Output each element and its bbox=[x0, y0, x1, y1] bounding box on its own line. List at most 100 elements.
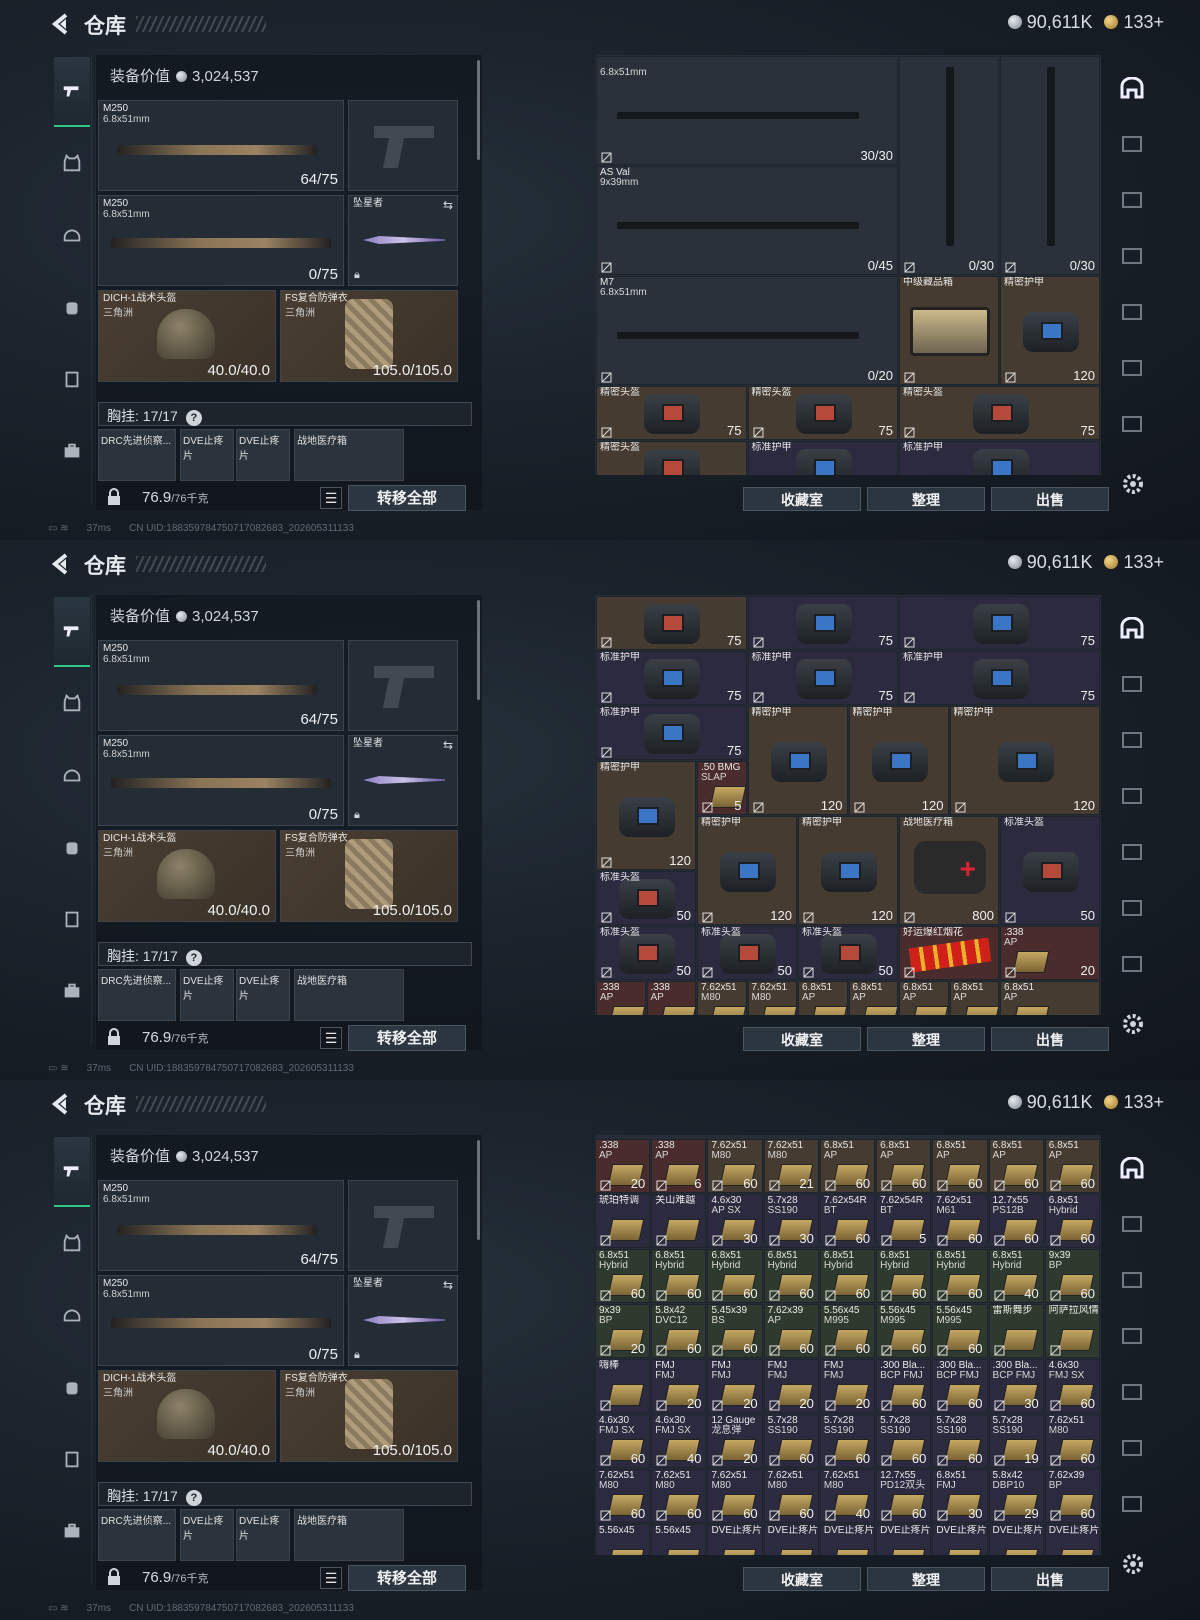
storage-item[interactable]: FMJ FMJ 20 bbox=[819, 1359, 876, 1413]
storage-page-button[interactable] bbox=[1117, 1213, 1147, 1235]
storage-item[interactable]: 12.7x55 PD12双头 60 bbox=[876, 1469, 932, 1523]
chest-item[interactable]: DVE止疼片 bbox=[180, 1509, 234, 1561]
chest-item[interactable]: DVE止疼片 bbox=[236, 429, 290, 481]
storage-item[interactable]: 75 bbox=[596, 596, 747, 650]
storage-item[interactable]: 5.7x28 SS190 60 bbox=[763, 1414, 819, 1468]
primary-weapon-slot-2[interactable]: M250 6.8x51mm 0/75 bbox=[98, 1275, 344, 1366]
storage-item[interactable]: 4.6x30 FMJ SX 60 bbox=[595, 1414, 651, 1468]
storage-item[interactable]: 6.8x51mm 30/30 bbox=[596, 56, 898, 165]
storage-item[interactable]: 7.62x51 M80 60 bbox=[1044, 1414, 1100, 1468]
storage-item[interactable]: 7.62x51 M80 bbox=[747, 981, 797, 1015]
storage-item[interactable]: 标准护甲 75 bbox=[596, 706, 747, 760]
helmet-slot[interactable]: DICH-1战术头盔 三角洲 40.0/40.0 bbox=[98, 1370, 276, 1462]
gold-balance[interactable]: 133+ bbox=[1104, 12, 1164, 33]
storage-item[interactable]: 7.62x39 BP 60 bbox=[1044, 1469, 1100, 1523]
storage-item[interactable]: 5.56x45 M995 60 bbox=[932, 1304, 988, 1358]
storage-item[interactable]: 精密护甲 120 bbox=[1000, 276, 1100, 385]
primary-weapon-slot-2[interactable]: M250 6.8x51mm 0/75 bbox=[98, 195, 344, 286]
primary-weapon-slot-2[interactable]: M250 6.8x51mm 0/75 bbox=[98, 735, 344, 826]
storage-item[interactable]: 6.8x51 AP bbox=[949, 981, 999, 1015]
helmet-slot[interactable]: DICH-1战术头盔 三角洲 40.0/40.0 bbox=[98, 290, 276, 382]
list-view-button[interactable]: ☰ bbox=[320, 487, 342, 509]
sell-button[interactable]: 出售 bbox=[991, 487, 1109, 511]
list-view-button[interactable]: ☰ bbox=[320, 1567, 342, 1589]
storage-item[interactable]: 雷斯舞步 bbox=[988, 1304, 1044, 1358]
storage-page-button[interactable] bbox=[1117, 357, 1147, 379]
pistol-slot[interactable] bbox=[348, 100, 458, 191]
melee-slot[interactable]: 坠星者 ⇆ 🔒︎ bbox=[348, 1275, 458, 1366]
storage-item[interactable]: 6.8x51 AP 60 bbox=[1044, 1139, 1100, 1193]
storage-item[interactable]: DVE止疼片 bbox=[819, 1524, 876, 1555]
storage-item[interactable]: 5.7x28 SS190 60 bbox=[932, 1414, 988, 1468]
storage-item[interactable]: 12 Gauge 龙息弹 20 bbox=[707, 1414, 763, 1468]
vault-home-button[interactable] bbox=[1117, 1156, 1147, 1179]
vault-button[interactable]: 收藏室 bbox=[743, 1567, 861, 1591]
lock-icon[interactable] bbox=[106, 488, 122, 506]
storage-item[interactable]: 6.8x51 AP 60 bbox=[988, 1139, 1044, 1193]
tab-backpack[interactable] bbox=[54, 829, 90, 865]
storage-item[interactable]: 75 bbox=[747, 596, 898, 650]
vault-button[interactable]: 收藏室 bbox=[743, 1027, 861, 1051]
storage-page-button[interactable] bbox=[1117, 729, 1147, 751]
chest-rig-bar[interactable]: 胸挂: 17/17? bbox=[98, 402, 472, 426]
storage-item[interactable]: 6.8x51 Hybrid 60 bbox=[763, 1249, 819, 1303]
helmet-slot[interactable]: DICH-1战术头盔 三角洲 40.0/40.0 bbox=[98, 830, 276, 922]
storage-item[interactable]: 关山难越 bbox=[651, 1194, 707, 1248]
list-view-button[interactable]: ☰ bbox=[320, 1027, 342, 1049]
storage-item[interactable]: DVE止疼片 bbox=[763, 1524, 819, 1555]
storage-page-button[interactable] bbox=[1117, 301, 1147, 323]
storage-item[interactable]: 7.62x51 M61 60 bbox=[932, 1194, 988, 1248]
gold-balance[interactable]: 133+ bbox=[1104, 552, 1164, 573]
storage-item[interactable]: 中级藏品箱 bbox=[899, 276, 999, 385]
storage-item[interactable]: 5.56x45 bbox=[595, 1524, 651, 1555]
back-button[interactable] bbox=[48, 11, 74, 37]
storage-page-button[interactable] bbox=[1117, 1437, 1147, 1459]
storage-item[interactable]: 5.56x45 M995 60 bbox=[876, 1304, 932, 1358]
storage-item[interactable]: DVE止疼片 bbox=[1044, 1524, 1100, 1555]
vault-home-button[interactable] bbox=[1117, 616, 1147, 639]
storage-item[interactable]: 精密护甲 120 bbox=[848, 706, 949, 815]
storage-item[interactable]: .338 AP 20 bbox=[595, 1139, 651, 1193]
storage-item[interactable]: 7.62x39 AP 60 bbox=[763, 1304, 819, 1358]
storage-item[interactable]: 精密头盔 75 bbox=[899, 386, 1100, 440]
primary-weapon-slot-1[interactable]: M250 6.8x51mm 64/75 bbox=[98, 1180, 344, 1271]
storage-item[interactable]: 7.62x51 M80 21 bbox=[763, 1139, 819, 1193]
tab-weapons[interactable] bbox=[54, 597, 90, 667]
storage-item[interactable]: 4.6x30 AP SX 30 bbox=[707, 1194, 763, 1248]
storage-item[interactable]: 精密护甲 120 bbox=[949, 706, 1100, 815]
settings-gear-icon[interactable] bbox=[1121, 472, 1145, 496]
armor-slot[interactable]: FS复合防弹衣 三角洲 105.0/105.0 bbox=[280, 1370, 458, 1462]
storage-page-button[interactable] bbox=[1117, 673, 1147, 695]
tab-armor[interactable] bbox=[54, 685, 90, 721]
storage-item[interactable]: AS Val 9x39mm 0/45 bbox=[596, 166, 898, 275]
storage-item[interactable]: 标准护甲 75 bbox=[596, 651, 747, 705]
storage-item[interactable]: 阿萨拉风情 bbox=[1044, 1304, 1100, 1358]
tab-consumables[interactable] bbox=[54, 361, 90, 397]
tab-helmet[interactable] bbox=[54, 217, 90, 253]
transfer-all-button[interactable]: 转移全部 bbox=[348, 485, 466, 511]
storage-item[interactable]: 6.8x51 Hybrid 60 bbox=[932, 1249, 988, 1303]
storage-page-button[interactable] bbox=[1117, 1381, 1147, 1403]
melee-slot[interactable]: 坠星者 ⇆ 🔒︎ bbox=[348, 195, 458, 286]
storage-page-button[interactable] bbox=[1117, 1325, 1147, 1347]
storage-item[interactable]: 6.8x51 Hybrid 60 bbox=[1044, 1194, 1100, 1248]
primary-weapon-slot-1[interactable]: M250 6.8x51mm 64/75 bbox=[98, 640, 344, 731]
storage-item[interactable]: .338 AP 20 bbox=[1000, 926, 1100, 980]
storage-item[interactable]: 5.7x28 SS190 30 bbox=[763, 1194, 819, 1248]
tab-weapons[interactable] bbox=[54, 1137, 90, 1207]
storage-item[interactable]: 嗨棒 bbox=[595, 1359, 651, 1413]
back-button[interactable] bbox=[48, 551, 74, 577]
lock-icon[interactable] bbox=[106, 1568, 122, 1586]
storage-item[interactable]: 12.7x55 PS12B 60 bbox=[988, 1194, 1044, 1248]
storage-item[interactable]: 5.8x42 DBP10 29 bbox=[988, 1469, 1044, 1523]
storage-item[interactable]: 5.56x45 M995 60 bbox=[819, 1304, 876, 1358]
storage-item[interactable]: 75 bbox=[899, 596, 1100, 650]
swap-icon[interactable]: ⇆ bbox=[443, 198, 453, 212]
storage-item[interactable]: FMJ FMJ 20 bbox=[707, 1359, 763, 1413]
storage-item[interactable]: 6.8x51 AP bbox=[1000, 981, 1100, 1015]
storage-item[interactable]: 7.62x51 M80 bbox=[697, 981, 747, 1015]
settings-gear-icon[interactable] bbox=[1121, 1552, 1145, 1576]
tab-helmet[interactable] bbox=[54, 1297, 90, 1333]
help-icon[interactable]: ? bbox=[185, 950, 202, 966]
swap-icon[interactable]: ⇆ bbox=[443, 738, 453, 752]
